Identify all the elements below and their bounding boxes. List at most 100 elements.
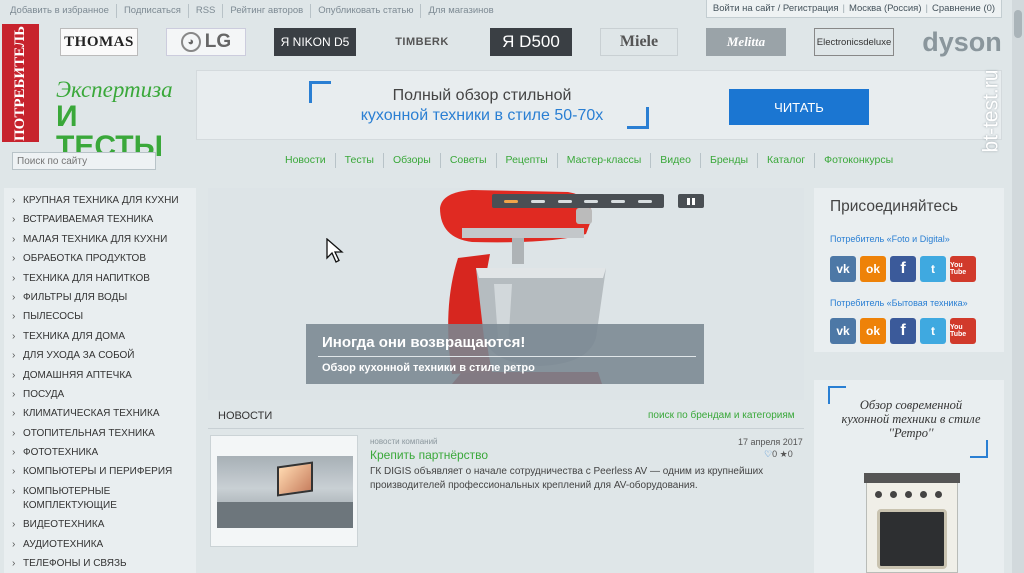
sidebar-item[interactable]: › КРУПНАЯ ТЕХНИКА ДЛЯ КУХНИ — [4, 194, 196, 208]
top-link-subscribe[interactable]: Подписаться — [117, 4, 189, 18]
brand-dyson[interactable]: dyson — [920, 27, 1004, 57]
social-group-appliances[interactable]: Потребитель «Бытовая техника» — [830, 298, 968, 308]
nav-video[interactable]: Видео — [651, 153, 701, 168]
banner-read-button[interactable]: ЧИТАТЬ — [729, 89, 869, 125]
pause-button[interactable] — [678, 194, 704, 208]
category-list: › КРУПНАЯ ТЕХНИКА ДЛЯ КУХНИ › ВСТРАИВАЕМАЯ… — [4, 188, 196, 571]
brand-thomas[interactable]: THOMAS — [60, 28, 138, 56]
search-input[interactable] — [12, 152, 156, 170]
vk-icon[interactable]: vk — [830, 318, 856, 344]
top-link-authors-rating[interactable]: Рейтинг авторов — [223, 4, 312, 18]
sidebar-item[interactable]: › КОМПЬЮТЕРНЫЕ КОМПЛЕКТУЮЩИЕ — [4, 485, 196, 513]
news-title[interactable]: Крепить партнёрство — [370, 448, 488, 462]
sidebar-item-label: КОМПЬЮТЕРНЫЕ КОМПЛЕКТУЮЩИЕ — [23, 485, 117, 511]
vk-icon[interactable]: vk — [830, 256, 856, 282]
site-logo[interactable]: Экспертиза И ТЕСТЫ — [56, 78, 186, 162]
slider-dot[interactable] — [557, 199, 572, 203]
sidebar-item[interactable]: › МАЛАЯ ТЕХНИКА ДЛЯ КУХНИ — [4, 233, 196, 247]
brand-nikon-d5[interactable]: Я NIKON D5 — [274, 28, 356, 56]
sidebar-item-label: ВСТРАИВАЕМАЯ ТЕХНИКА — [23, 214, 154, 226]
sidebar-item[interactable]: › ДЛЯ УХОДА ЗА СОБОЙ — [4, 349, 196, 363]
top-link-publish-article[interactable]: Опубликовать статью — [311, 4, 422, 18]
brand-miele[interactable]: Miele — [600, 28, 678, 56]
slider-dot[interactable] — [504, 199, 519, 203]
brand-electronicsdeluxe[interactable]: Electronicsdeluxe — [814, 28, 894, 56]
site-watermark-text: bt-test.ru — [979, 69, 1002, 153]
slider-dot[interactable] — [530, 199, 545, 203]
hero-slider[interactable]: Иногда они возвращаются! Обзор кухонной … — [208, 188, 804, 400]
sidebar-item-label: ДОМАШНЯЯ АПТЕЧКА — [23, 369, 132, 381]
sidebar-item[interactable]: › КОМПЬЮТЕРЫ И ПЕРИФЕРИЯ — [4, 465, 196, 479]
sidebar-item[interactable]: › ОБРАБОТКА ПРОДУКТОВ — [4, 252, 196, 266]
sidebar-item-label: ФОТОТЕХНИКА — [23, 447, 99, 459]
youtube-icon[interactable]: You Tube — [950, 318, 976, 344]
promo-banner[interactable]: Полный обзор стильной кухонной техники в… — [196, 70, 1002, 140]
thumbnail-desk — [217, 502, 353, 528]
brands-row: THOMAS ◕ LG Я NIKON D5 TIMBERK Я D500 Mi… — [0, 24, 1010, 64]
brand-timberk[interactable]: TIMBERK — [378, 28, 466, 56]
banner-line2: кухонной техники в стиле 50-70х — [360, 107, 604, 124]
slider-dot[interactable] — [610, 199, 625, 203]
city-selector[interactable]: Москва (Россия) — [849, 3, 922, 14]
odnoklassniki-icon[interactable]: ok — [860, 256, 886, 282]
nav-tips[interactable]: Советы — [441, 153, 497, 168]
youtube-icon[interactable]: You Tube — [950, 256, 976, 282]
twitter-icon[interactable]: t — [920, 318, 946, 344]
sidebar-item[interactable]: › ТЕХНИКА ДЛЯ ДОМА — [4, 330, 196, 344]
scrollbar-thumb[interactable] — [1014, 10, 1022, 38]
slider-dot[interactable] — [637, 199, 652, 203]
news-thumbnail[interactable] — [210, 435, 358, 547]
nav-photo-contests[interactable]: Фотоконкурсы — [815, 153, 902, 168]
page: Добавить в избранное Подписаться RSS Рей… — [0, 0, 1024, 573]
facebook-icon[interactable]: f — [890, 318, 916, 344]
slider-dot[interactable] — [584, 199, 599, 203]
sidebar-item[interactable]: › ФИЛЬТРЫ ДЛЯ ВОДЫ — [4, 291, 196, 305]
compare-link[interactable]: Сравнение (0) — [932, 3, 995, 14]
sidebar-item[interactable]: › ДОМАШНЯЯ АПТЕЧКА — [4, 369, 196, 383]
sidebar-item[interactable]: › КЛИМАТИЧЕСКАЯ ТЕХНИКА — [4, 407, 196, 421]
brand-melitta[interactable]: Melitta — [706, 28, 786, 56]
login-link[interactable]: Войти на сайт / Регистрация — [713, 3, 839, 14]
brand-d500[interactable]: Я D500 — [490, 28, 572, 56]
sidebar-item-label: ВИДЕОТЕХНИКА — [23, 519, 105, 531]
top-link-favorites[interactable]: Добавить в избранное — [8, 4, 117, 18]
news-category[interactable]: новости компаний — [370, 437, 438, 446]
nav-brands[interactable]: Бренды — [701, 153, 758, 168]
top-link-for-shops[interactable]: Для магазинов — [421, 4, 500, 18]
sidebar-item[interactable]: › ПЫЛЕСОСЫ — [4, 310, 196, 324]
top-link-rss[interactable]: RSS — [189, 4, 224, 18]
nav-reviews[interactable]: Обзоры — [384, 153, 441, 168]
sidebar-item[interactable]: › ФОТОТЕХНИКА — [4, 446, 196, 460]
sidebar-item[interactable]: › ПОСУДА — [4, 388, 196, 402]
twitter-icon[interactable]: t — [920, 256, 946, 282]
slider-caption[interactable]: Иногда они возвращаются! Обзор кухонной … — [306, 324, 704, 384]
brand-lg[interactable]: ◕ LG — [166, 28, 246, 56]
news-item[interactable]: новости компаний 17 апреля 2017 Крепить … — [208, 428, 804, 547]
site-logo-badge[interactable]: ПОТРЕБИТЕЛЬ — [2, 24, 39, 142]
top-links: Добавить в избранное Подписаться RSS Рей… — [8, 4, 501, 18]
lg-logo-icon: ◕ — [180, 32, 201, 52]
sidebar-item[interactable]: › ТЕЛЕФОНЫ И СВЯЗЬ — [4, 557, 196, 571]
retro-review-ad[interactable]: Обзор современной кухонной техники в сти… — [814, 380, 1004, 573]
sidebar-item[interactable]: › ТЕХНИКА ДЛЯ НАПИТКОВ — [4, 272, 196, 286]
sidebar-item[interactable]: › АУДИОТЕХНИКА — [4, 538, 196, 552]
social-icons-row: vk ok f t You Tube — [830, 256, 976, 282]
sidebar-item[interactable]: › ОТОПИТЕЛЬНАЯ ТЕХНИКА — [4, 427, 196, 441]
scrollbar[interactable] — [1012, 0, 1024, 573]
chevron-right-icon: › — [12, 311, 16, 323]
sidebar-item-label: ТЕХНИКА ДЛЯ НАПИТКОВ — [23, 272, 150, 284]
separator: | — [925, 3, 928, 14]
nav-news[interactable]: Новости — [276, 153, 336, 168]
facebook-icon[interactable]: f — [890, 256, 916, 282]
sidebar-item[interactable]: › ВСТРАИВАЕМАЯ ТЕХНИКА — [4, 213, 196, 227]
odnoklassniki-icon[interactable]: ok — [860, 318, 886, 344]
sidebar-item-label: ПЫЛЕСОСЫ — [23, 311, 84, 323]
sidebar-item[interactable]: › ВИДЕОТЕХНИКА — [4, 518, 196, 532]
stove-knobs — [875, 491, 942, 498]
nav-tests[interactable]: Тесты — [336, 153, 384, 168]
nav-recipes[interactable]: Рецепты — [497, 153, 558, 168]
brand-category-search-link[interactable]: поиск по брендам и категориям — [648, 410, 795, 421]
nav-catalog[interactable]: Каталог — [758, 153, 816, 168]
nav-masterclasses[interactable]: Мастер-классы — [558, 153, 652, 168]
social-group-foto[interactable]: Потребитель «Foto и Digital» — [830, 234, 950, 244]
